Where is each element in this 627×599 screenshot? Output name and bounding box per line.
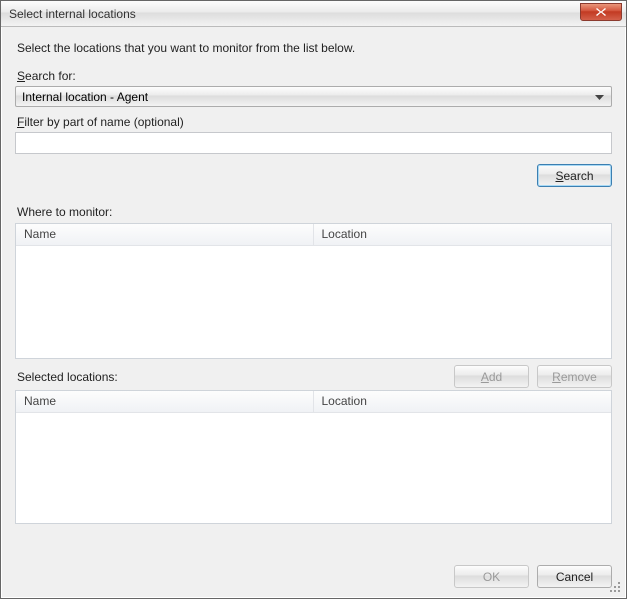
search-for-dropdown[interactable]: Internal location - Agent xyxy=(15,86,612,107)
filter-input[interactable] xyxy=(15,132,612,154)
where-to-monitor-label: Where to monitor: xyxy=(17,205,612,219)
remove-button: Remove xyxy=(537,365,612,388)
selected-listview[interactable]: Name Location xyxy=(15,390,612,524)
selected-list-header: Name Location xyxy=(16,391,611,413)
filter-label: Filter by part of name (optional) xyxy=(17,115,612,129)
instruction-text: Select the locations that you want to mo… xyxy=(17,41,612,55)
search-for-label: Search for: xyxy=(17,69,612,83)
monitor-list-body xyxy=(16,246,611,358)
window-title: Select internal locations xyxy=(9,7,136,21)
monitor-listview[interactable]: Name Location xyxy=(15,223,612,359)
monitor-col-name[interactable]: Name xyxy=(16,224,314,245)
cancel-button[interactable]: Cancel xyxy=(537,565,612,588)
selected-col-location[interactable]: Location xyxy=(314,391,612,412)
search-button[interactable]: Search xyxy=(537,164,612,187)
ok-button: OK xyxy=(454,565,529,588)
resize-grip-icon[interactable] xyxy=(608,580,622,594)
dialog-content: Select the locations that you want to mo… xyxy=(1,27,626,598)
close-button[interactable] xyxy=(580,3,622,21)
dialog-footer: OK Cancel xyxy=(15,553,612,588)
chevron-down-icon xyxy=(591,90,607,104)
monitor-list-header: Name Location xyxy=(16,224,611,246)
titlebar: Select internal locations xyxy=(1,1,626,27)
selected-list-body xyxy=(16,413,611,523)
search-for-value: Internal location - Agent xyxy=(22,90,591,104)
dialog-window: Select internal locations Select the loc… xyxy=(0,0,627,599)
selected-col-name[interactable]: Name xyxy=(16,391,314,412)
close-icon xyxy=(595,7,607,17)
selected-locations-label: Selected locations: xyxy=(15,365,118,388)
monitor-col-location[interactable]: Location xyxy=(314,224,612,245)
add-button: Add xyxy=(454,365,529,388)
